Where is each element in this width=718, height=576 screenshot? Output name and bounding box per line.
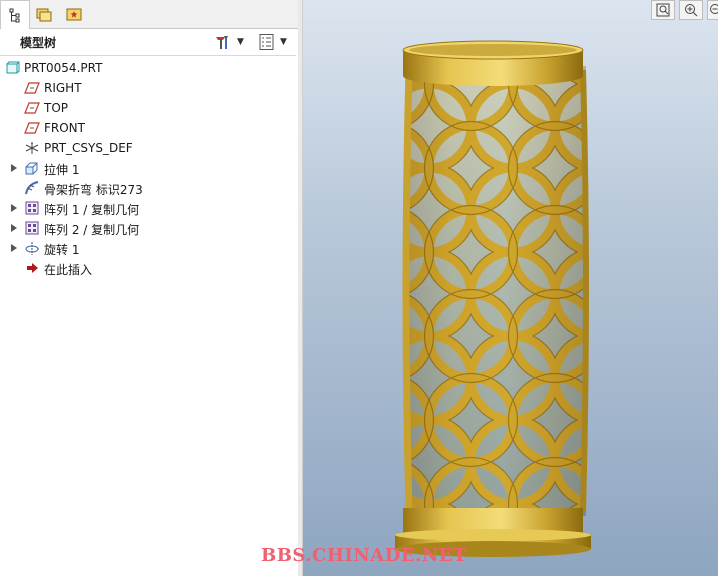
spinal-bend-icon <box>24 180 40 196</box>
tree-filter-button[interactable]: ▼ <box>258 33 287 51</box>
tree-item[interactable]: 在此插入 <box>0 258 296 278</box>
tree-item-label: FRONT <box>44 121 85 135</box>
part-icon <box>4 60 20 76</box>
tree-settings-button[interactable]: ▼ <box>214 33 244 51</box>
vase-lattice-body <box>402 66 589 516</box>
tree-item[interactable]: FRONT <box>0 118 296 138</box>
tree-filter-icon <box>259 34 274 50</box>
folder-browser-tab-icon <box>36 8 52 21</box>
chevron-down-icon: ▼ <box>280 37 287 47</box>
model-tree-title: 模型树 <box>20 36 57 50</box>
csys-icon <box>24 140 40 156</box>
pattern-icon <box>24 220 40 236</box>
graphics-viewport[interactable] <box>303 0 718 576</box>
expand-arrow-icon[interactable] <box>9 158 19 178</box>
favorites-tab-icon <box>66 8 82 20</box>
tree-item-label: 在此插入 <box>44 263 93 277</box>
tree-item-label: PRT0054.PRT <box>24 61 103 75</box>
datum-plane-icon <box>24 100 40 116</box>
datum-plane-icon <box>24 120 40 136</box>
chevron-down-icon: ▼ <box>237 37 244 47</box>
datum-plane-icon <box>24 80 40 96</box>
tree-item-label: 阵列 1 / 复制几何 <box>44 203 140 217</box>
model-tree-header: 模型树 ▼ ▼ <box>0 29 296 56</box>
tree-item-label: 拉伸 1 <box>44 163 80 177</box>
tree-item-label: RIGHT <box>44 81 82 95</box>
expand-arrow-icon[interactable] <box>9 218 19 238</box>
tree-item-label: PRT_CSYS_DEF <box>44 141 133 155</box>
expand-arrow-icon[interactable] <box>9 238 19 258</box>
model-tree-tab-icon <box>9 8 20 23</box>
tree-item-label: TOP <box>44 101 69 115</box>
tree-item[interactable]: 阵列 2 / 复制几何 <box>0 218 296 238</box>
folder-browser-tab[interactable] <box>30 0 58 27</box>
tree-item[interactable]: RIGHT <box>0 78 296 98</box>
tree-item[interactable]: PRT_CSYS_DEF <box>0 138 296 158</box>
vase-top-ring <box>402 40 584 86</box>
model-tree-panel: 模型树 ▼ ▼ PRT0054.PRT RIGHT TOP FRONT PRT_CSYS… <box>0 0 299 576</box>
navigator-tabs <box>0 0 298 29</box>
watermark-text: BBS.CHINADE.NET <box>261 545 467 566</box>
tree-settings-icon <box>216 36 228 49</box>
tree-item[interactable]: 拉伸 1 <box>0 158 296 178</box>
tree-item-label: 骨架折弯 标识273 <box>44 183 143 197</box>
revolve-icon <box>24 240 40 256</box>
pattern-icon <box>24 200 40 216</box>
tree-item[interactable]: 骨架折弯 标识273 <box>0 178 296 198</box>
vase-3d-model <box>395 40 591 557</box>
tree-item[interactable]: 阵列 1 / 复制几何 <box>0 198 296 218</box>
favorites-tab[interactable] <box>60 0 88 27</box>
tree-item-label: 旋转 1 <box>44 243 80 257</box>
expand-arrow-icon[interactable] <box>9 198 19 218</box>
insert-here-arrow-icon <box>24 260 40 276</box>
tree-item-label: 阵列 2 / 复制几何 <box>44 223 140 237</box>
tree-item[interactable]: 旋转 1 <box>0 238 296 258</box>
tree-item[interactable]: TOP <box>0 98 296 118</box>
extrude-icon <box>24 160 40 176</box>
tree-item[interactable]: PRT0054.PRT <box>0 58 296 78</box>
model-tree-tab[interactable] <box>0 0 30 29</box>
